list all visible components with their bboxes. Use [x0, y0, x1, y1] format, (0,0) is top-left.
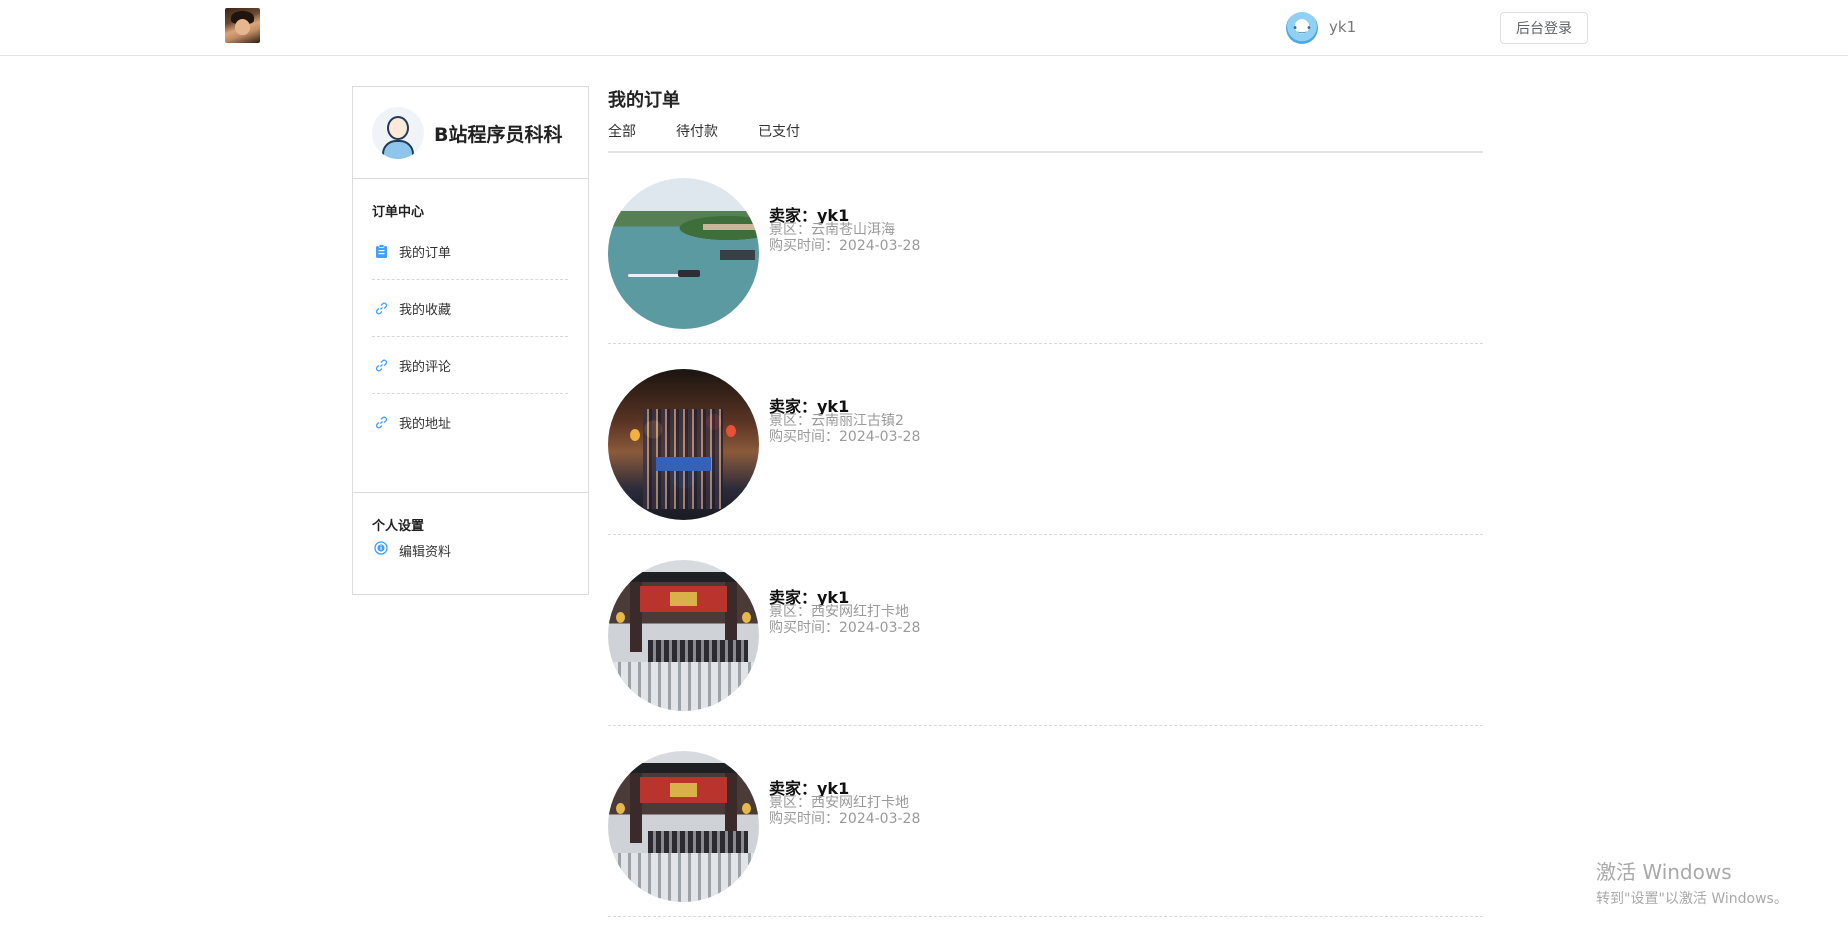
order-scenic: 景区：西安网红打卡地	[769, 795, 909, 811]
profile-avatar	[372, 107, 424, 159]
sidebar-item-label: 我的收藏	[399, 302, 452, 318]
top-header: •‿• yk1 后台登录	[0, 0, 1848, 56]
order-time: 购买时间：2024-03-28	[769, 620, 921, 636]
order-thumbnail[interactable]	[608, 178, 759, 329]
watermark-subtitle: 转到"设置"以激活 Windows。	[1596, 891, 1788, 907]
order-time: 购买时间：2024-03-28	[769, 238, 921, 254]
order-scenic: 景区：云南苍山洱海	[769, 222, 895, 238]
sidebar-item-label: 编辑资料	[399, 545, 452, 560]
order-tabs: 全部 待付款 已支付	[608, 120, 1483, 153]
order-thumbnail[interactable]	[608, 751, 759, 902]
sidebar-item-label: 我的评论	[399, 359, 452, 375]
link-icon	[374, 416, 388, 430]
profile-card: B站程序员科科	[353, 87, 588, 179]
order-item[interactable]: 卖家：yk1 景区：云南苍山洱海 购买时间：2024-03-28	[608, 153, 1483, 344]
order-center-title: 订单中心	[372, 205, 425, 220]
order-item[interactable]: 卖家：yk1 景区：西安网红打卡地 购买时间：2024-03-28	[608, 726, 1483, 917]
clipboard-icon	[374, 244, 388, 258]
sidebar-item-favorites[interactable]: 我的收藏	[372, 280, 568, 337]
info-icon	[374, 541, 388, 555]
sidebar-item-edit-profile[interactable]: 编辑资料	[372, 537, 568, 577]
order-scenic: 景区：西安网红打卡地	[769, 604, 909, 620]
admin-login-button[interactable]: 后台登录	[1500, 12, 1588, 44]
profile-name: B站程序员科科	[434, 124, 563, 146]
order-time: 购买时间：2024-03-28	[769, 811, 921, 827]
order-center-section: 订单中心 我的订单 我的收藏 我的评论 我的地址	[353, 179, 588, 473]
order-scenic: 景区：云南丽江古镇2	[769, 413, 904, 429]
order-thumbnail[interactable]	[608, 560, 759, 711]
sidebar-item-label: 我的地址	[399, 417, 452, 432]
site-logo[interactable]	[225, 8, 260, 43]
link-icon	[374, 358, 388, 372]
watermark-title: 激活 Windows	[1596, 860, 1732, 884]
main-content: 我的订单 全部 待付款 已支付 卖家：yk1 景区：云南苍山洱海 购买时间：20…	[608, 86, 1483, 917]
windows-activation-watermark: 激活 Windows 转到"设置"以激活 Windows。	[1596, 856, 1788, 908]
settings-title: 个人设置	[372, 519, 425, 534]
sidebar: B站程序员科科 订单中心 我的订单 我的收藏 我的评论 我的地址 个人设置 编辑…	[352, 86, 589, 595]
order-item[interactable]: 卖家：yk1 景区：云南丽江古镇2 购买时间：2024-03-28	[608, 344, 1483, 535]
order-time: 购买时间：2024-03-28	[769, 429, 921, 445]
sidebar-item-comments[interactable]: 我的评论	[372, 337, 568, 394]
user-name[interactable]: yk1	[1329, 18, 1356, 36]
link-icon	[374, 301, 388, 315]
personal-settings-section: 个人设置 编辑资料	[353, 493, 588, 577]
sidebar-item-address[interactable]: 我的地址	[372, 394, 568, 451]
tab-all[interactable]: 全部	[608, 120, 636, 151]
tab-paid[interactable]: 已支付	[758, 120, 800, 151]
page-title: 我的订单	[608, 90, 680, 111]
sidebar-item-my-orders[interactable]: 我的订单	[372, 223, 568, 280]
order-thumbnail[interactable]	[608, 369, 759, 520]
user-avatar[interactable]: •‿•	[1286, 12, 1318, 44]
sidebar-item-label: 我的订单	[399, 245, 452, 261]
order-item[interactable]: 卖家：yk1 景区：西安网红打卡地 购买时间：2024-03-28	[608, 535, 1483, 726]
tab-pending-payment[interactable]: 待付款	[676, 120, 718, 151]
